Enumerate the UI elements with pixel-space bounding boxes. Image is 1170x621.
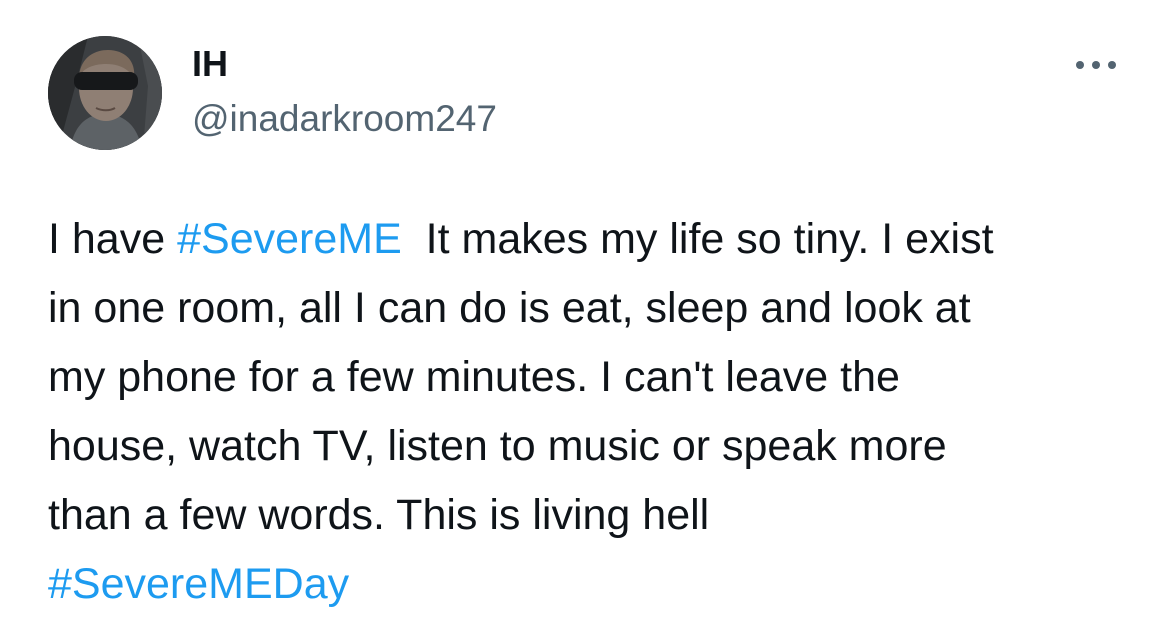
more-options-button[interactable]	[1066, 46, 1126, 82]
profile-photo-icon	[48, 36, 162, 150]
more-horizontal-icon	[1076, 61, 1084, 69]
tweet-text-line: in one room, all I can do is eat, sleep …	[48, 284, 971, 332]
user-handle[interactable]: @inadarkroom247	[192, 97, 497, 141]
display-name[interactable]: IH	[192, 44, 228, 84]
more-horizontal-icon	[1092, 61, 1100, 69]
tweet-text-segment: I have	[48, 215, 178, 263]
tweet-text-line: I have #SevereME It makes my life so tin…	[48, 205, 1138, 274]
tweet-text: I have #SevereME It makes my life so tin…	[48, 205, 1138, 619]
tweet-text-line: my phone for a few minutes. I can't leav…	[48, 353, 900, 401]
hashtag-link[interactable]: #SevereMEDay	[48, 560, 349, 608]
more-horizontal-icon	[1108, 61, 1116, 69]
tweet-text-line: than a few words. This is living hell	[48, 491, 710, 539]
tweet-text-segment: It makes my life so tiny. I exist	[401, 215, 994, 263]
tweet-text-line: #SevereMEDay	[48, 550, 1138, 619]
avatar[interactable]	[48, 36, 162, 150]
tweet-card: IH @inadarkroom247 I have #SevereME It m…	[0, 0, 1170, 621]
hashtag-link[interactable]: #SevereME	[177, 215, 402, 263]
tweet-text-line: house, watch TV, listen to music or spea…	[48, 422, 947, 470]
